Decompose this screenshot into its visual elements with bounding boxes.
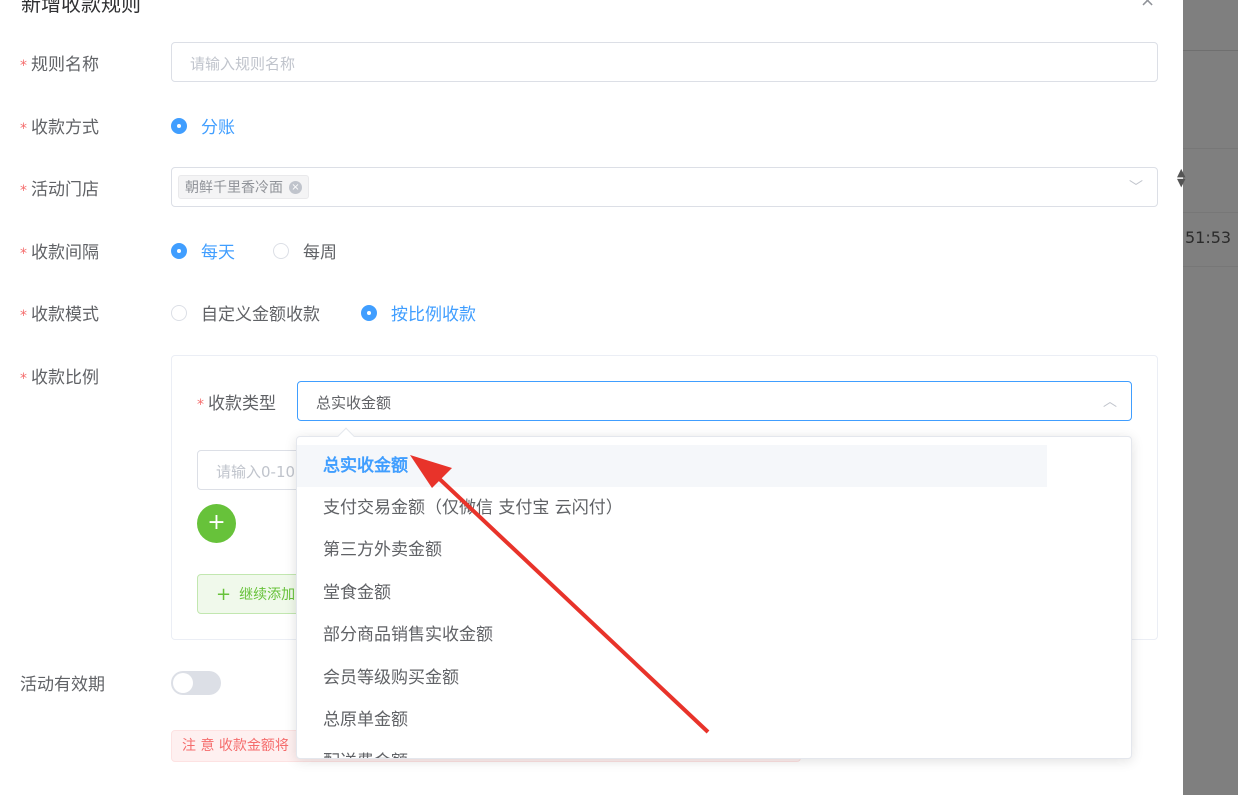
radio-split-account[interactable]: 分账 — [171, 113, 235, 138]
radio-by-ratio[interactable]: 按比例收款 — [361, 300, 476, 325]
plus-icon: + — [216, 583, 232, 605]
chevron-up-icon[interactable]: ︿ — [1103, 391, 1117, 411]
rule-name-placeholder: 请输入规则名称 — [190, 55, 296, 73]
rule-name-label: * 规则名称 — [20, 55, 99, 75]
add-icon[interactable]: + — [197, 504, 236, 543]
dropdown-option-delivery-fee[interactable]: 配送费金额 — [297, 741, 1047, 758]
modal-backdrop: ▲ ▼ 51:53 — [1177, 0, 1238, 795]
radio-daily[interactable]: 每天 — [171, 238, 235, 263]
tag-close-icon[interactable]: × — [289, 180, 302, 194]
ratio-type-dropdown: 总实收金额 支付交易金额（仅微信 支付宝 云闪付） 第三方外卖金额 堂食金额 部… — [296, 436, 1132, 759]
ratio-type-label: * 收款类型 — [197, 394, 276, 414]
store-label: * 活动门店 — [20, 180, 99, 200]
store-tag: 朝鲜千里香冷面 × — [178, 175, 309, 199]
dropdown-option-total-original[interactable]: 总原单金额 — [297, 699, 1047, 741]
dropdown-option-payment-trade[interactable]: 支付交易金额（仅微信 支付宝 云闪付） — [297, 487, 1047, 529]
ratio-type-value: 总实收金额 — [316, 394, 392, 412]
rule-name-input[interactable]: 请输入规则名称 — [171, 42, 1158, 82]
validity-switch[interactable] — [171, 671, 221, 695]
backdrop-time: 51:53 — [1185, 228, 1232, 247]
validity-label: 活动有效期 — [20, 675, 105, 695]
mode-label: * 收款模式 — [20, 305, 99, 325]
chevron-down-icon[interactable]: ﹀ — [1129, 177, 1143, 197]
dialog-title: 新增收款规则 — [21, 0, 141, 16]
dropdown-option-total-actual[interactable]: 总实收金额 — [297, 445, 1047, 487]
ratio-type-select[interactable]: 总实收金额 ︿ — [297, 381, 1132, 421]
payment-method-label: * 收款方式 — [20, 118, 99, 138]
sort-icon[interactable]: ▲ ▼ — [1177, 167, 1193, 190]
store-select[interactable]: ﹀ — [171, 167, 1158, 207]
interval-label: * 收款间隔 — [20, 243, 99, 263]
ratio-label: * 收款比例 — [20, 368, 99, 388]
dropdown-option-third-party-delivery[interactable]: 第三方外卖金额 — [297, 529, 1047, 571]
close-icon[interactable]: × — [1140, 0, 1155, 11]
dropdown-option-member-level[interactable]: 会员等级购买金额 — [297, 657, 1047, 699]
dropdown-option-partial-goods[interactable]: 部分商品销售实收金额 — [297, 614, 1047, 656]
radio-custom-amount[interactable]: 自定义金额收款 — [171, 300, 320, 325]
dropdown-option-dine-in[interactable]: 堂食金额 — [297, 572, 1047, 614]
radio-weekly[interactable]: 每周 — [273, 238, 337, 263]
